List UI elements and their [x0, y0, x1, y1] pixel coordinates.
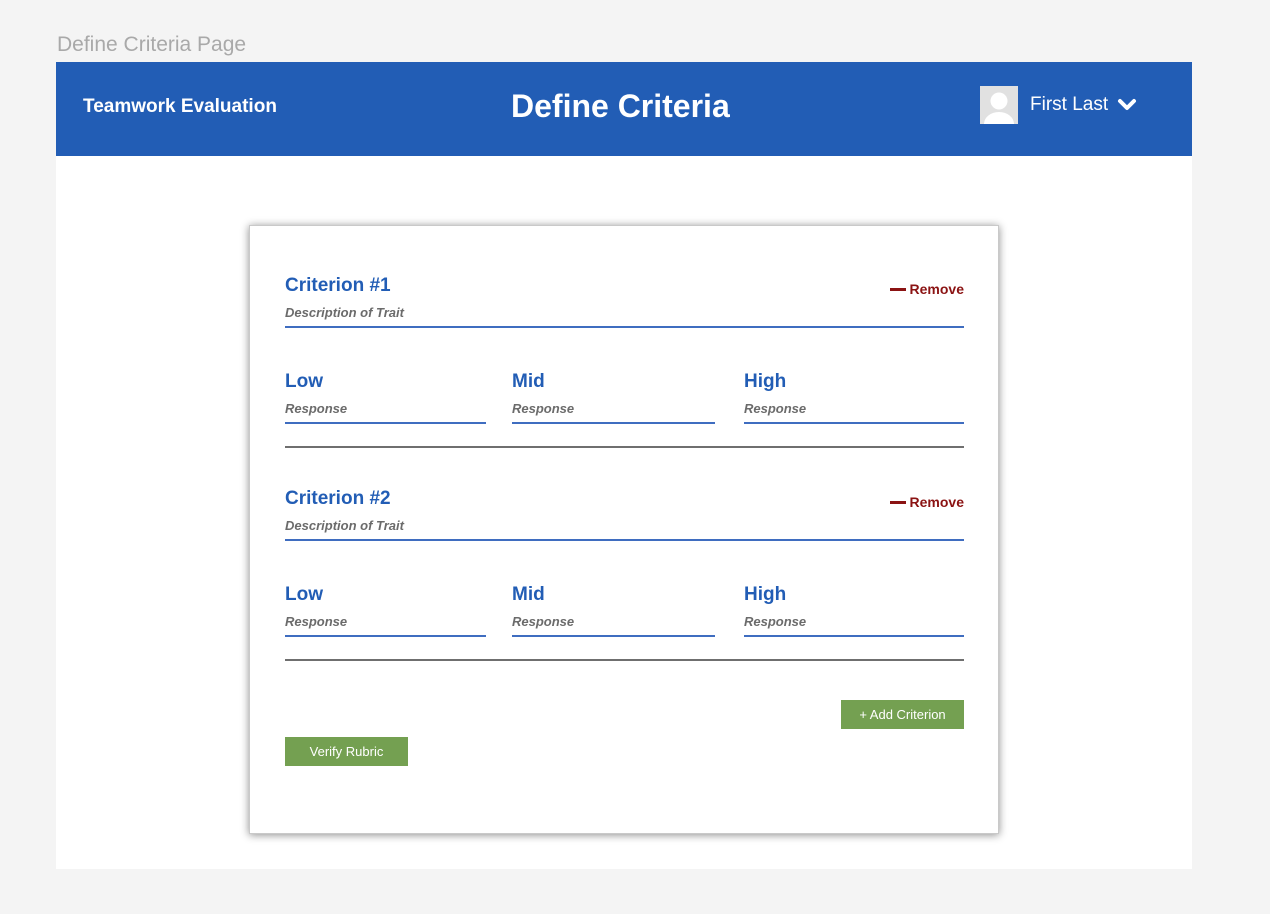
level-label-low: Low — [285, 371, 323, 392]
criterion-divider — [285, 446, 964, 448]
level-label-high: High — [744, 371, 787, 392]
criterion-title: Criterion #1 — [285, 275, 391, 296]
remove-label: Remove — [909, 281, 964, 297]
remove-criterion-button[interactable]: Remove — [889, 493, 964, 511]
page-label: Define Criteria Page — [57, 33, 247, 56]
user-menu[interactable]: First Last — [980, 86, 1137, 124]
response-field-high[interactable]: Response — [744, 400, 964, 424]
user-avatar-icon — [980, 86, 1018, 124]
app-title[interactable]: Teamwork Evaluation — [83, 95, 277, 119]
response-field-low[interactable]: Response — [285, 400, 486, 424]
description-field[interactable]: Description of Trait — [285, 304, 964, 328]
description-placeholder: Description of Trait — [285, 518, 404, 533]
minus-icon — [889, 500, 906, 504]
response-placeholder: Response — [744, 614, 807, 629]
response-placeholder: Response — [512, 401, 575, 416]
criteria-card: Criterion #1 Remove Description of Trait… — [249, 225, 999, 834]
chevron-down-icon[interactable] — [1117, 95, 1137, 115]
level-label-mid: Mid — [512, 371, 545, 392]
response-placeholder: Response — [512, 614, 575, 629]
remove-criterion-button[interactable]: Remove — [889, 280, 964, 298]
verify-rubric-button[interactable]: Verify Rubric — [285, 737, 408, 766]
response-field-mid[interactable]: Response — [512, 613, 715, 637]
criterion-divider — [285, 659, 964, 661]
page-title: Define Criteria — [511, 88, 730, 124]
criterion-title: Criterion #2 — [285, 488, 391, 509]
response-placeholder: Response — [744, 401, 807, 416]
avatar[interactable] — [980, 86, 1018, 124]
level-label-high: High — [744, 584, 787, 605]
response-field-high[interactable]: Response — [744, 613, 964, 637]
user-name[interactable]: First Last — [1030, 93, 1108, 117]
minus-icon — [889, 287, 906, 291]
add-criterion-button[interactable]: + Add Criterion — [841, 700, 964, 729]
response-field-low[interactable]: Response — [285, 613, 486, 637]
top-header: Teamwork Evaluation Define Criteria Firs… — [56, 62, 1192, 156]
description-placeholder: Description of Trait — [285, 305, 404, 320]
response-placeholder: Response — [285, 401, 348, 416]
app-frame: Teamwork Evaluation Define Criteria Firs… — [56, 62, 1192, 869]
level-label-mid: Mid — [512, 584, 545, 605]
response-placeholder: Response — [285, 614, 348, 629]
level-label-low: Low — [285, 584, 323, 605]
response-field-mid[interactable]: Response — [512, 400, 715, 424]
description-field[interactable]: Description of Trait — [285, 517, 964, 541]
remove-label: Remove — [909, 494, 964, 510]
